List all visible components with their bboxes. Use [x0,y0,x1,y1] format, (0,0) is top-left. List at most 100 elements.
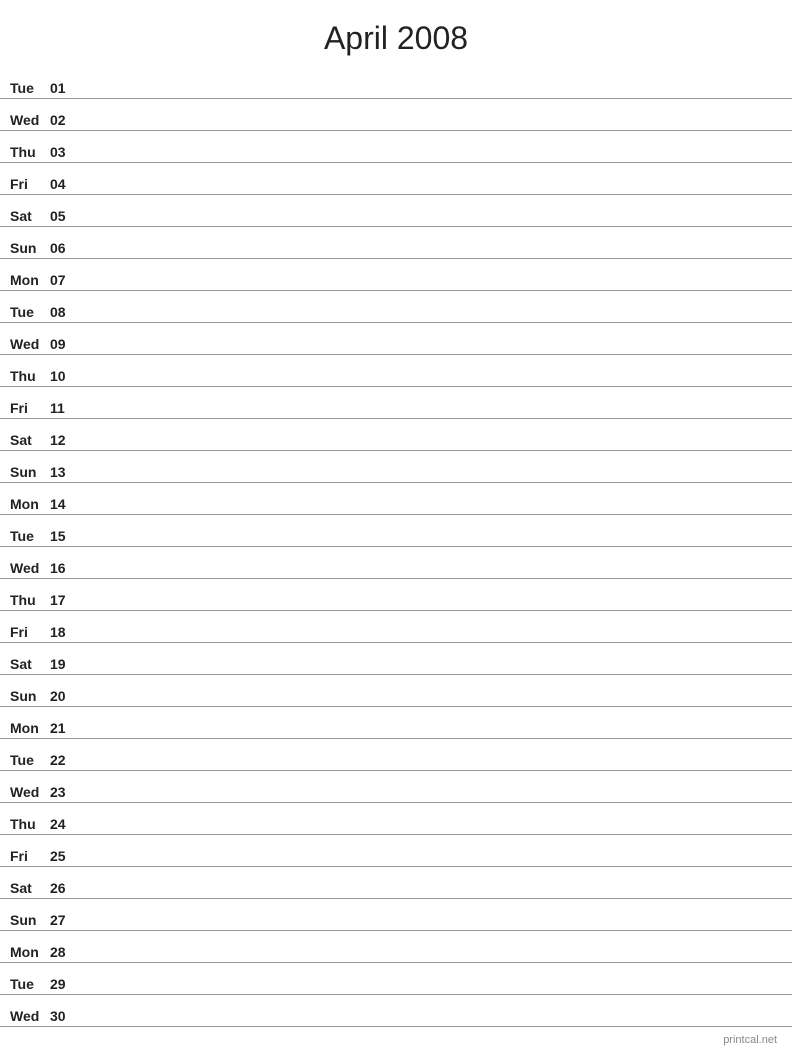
table-row: Tue01 [0,67,792,99]
day-name: Wed [10,1008,50,1024]
day-line [80,543,782,544]
day-number: 20 [50,688,80,704]
day-name: Sat [10,208,50,224]
table-row: Sun27 [0,899,792,931]
day-name: Thu [10,592,50,608]
table-row: Mon21 [0,707,792,739]
day-line [80,991,782,992]
day-line [80,671,782,672]
day-line [80,735,782,736]
day-number: 04 [50,176,80,192]
table-row: Wed09 [0,323,792,355]
day-name: Mon [10,944,50,960]
day-line [80,383,782,384]
day-number: 19 [50,656,80,672]
calendar-rows: Tue01Wed02Thu03Fri04Sat05Sun06Mon07Tue08… [0,67,792,1027]
table-row: Tue29 [0,963,792,995]
day-number: 30 [50,1008,80,1024]
day-number: 08 [50,304,80,320]
day-name: Sat [10,880,50,896]
day-name: Sat [10,656,50,672]
table-row: Fri18 [0,611,792,643]
table-row: Thu24 [0,803,792,835]
day-name: Sat [10,432,50,448]
table-row: Fri11 [0,387,792,419]
day-name: Fri [10,176,50,192]
day-number: 22 [50,752,80,768]
day-number: 05 [50,208,80,224]
table-row: Mon14 [0,483,792,515]
day-line [80,927,782,928]
day-line [80,863,782,864]
day-line [80,447,782,448]
day-line [80,799,782,800]
table-row: Tue22 [0,739,792,771]
table-row: Sat05 [0,195,792,227]
day-name: Sun [10,464,50,480]
table-row: Thu17 [0,579,792,611]
day-number: 18 [50,624,80,640]
day-line [80,287,782,288]
table-row: Fri04 [0,163,792,195]
day-name: Tue [10,528,50,544]
day-line [80,319,782,320]
day-line [80,703,782,704]
day-number: 03 [50,144,80,160]
day-name: Thu [10,144,50,160]
day-number: 23 [50,784,80,800]
table-row: Tue08 [0,291,792,323]
table-row: Thu10 [0,355,792,387]
day-line [80,223,782,224]
day-line [80,191,782,192]
day-line [80,895,782,896]
table-row: Sun20 [0,675,792,707]
day-name: Fri [10,624,50,640]
footer-text: printcal.net [723,1034,777,1046]
day-line [80,415,782,416]
day-line [80,511,782,512]
day-number: 21 [50,720,80,736]
day-number: 27 [50,912,80,928]
day-name: Fri [10,848,50,864]
table-row: Sat19 [0,643,792,675]
day-number: 12 [50,432,80,448]
day-number: 15 [50,528,80,544]
day-number: 28 [50,944,80,960]
day-name: Mon [10,720,50,736]
day-number: 07 [50,272,80,288]
day-number: 09 [50,336,80,352]
day-name: Fri [10,400,50,416]
day-line [80,255,782,256]
table-row: Tue15 [0,515,792,547]
table-row: Sat26 [0,867,792,899]
day-number: 29 [50,976,80,992]
table-row: Wed23 [0,771,792,803]
day-line [80,767,782,768]
day-line [80,607,782,608]
table-row: Sun06 [0,227,792,259]
day-name: Mon [10,272,50,288]
day-number: 25 [50,848,80,864]
day-line [80,831,782,832]
table-row: Mon07 [0,259,792,291]
day-name: Mon [10,496,50,512]
day-line [80,127,782,128]
day-name: Tue [10,304,50,320]
day-number: 26 [50,880,80,896]
day-name: Tue [10,80,50,96]
day-line [80,351,782,352]
day-line [80,95,782,96]
day-line [80,639,782,640]
day-name: Wed [10,336,50,352]
day-name: Tue [10,976,50,992]
day-number: 14 [50,496,80,512]
day-number: 17 [50,592,80,608]
day-name: Sun [10,688,50,704]
day-line [80,575,782,576]
day-name: Tue [10,752,50,768]
table-row: Wed02 [0,99,792,131]
page-title: April 2008 [0,0,792,67]
day-number: 02 [50,112,80,128]
table-row: Thu03 [0,131,792,163]
day-line [80,959,782,960]
